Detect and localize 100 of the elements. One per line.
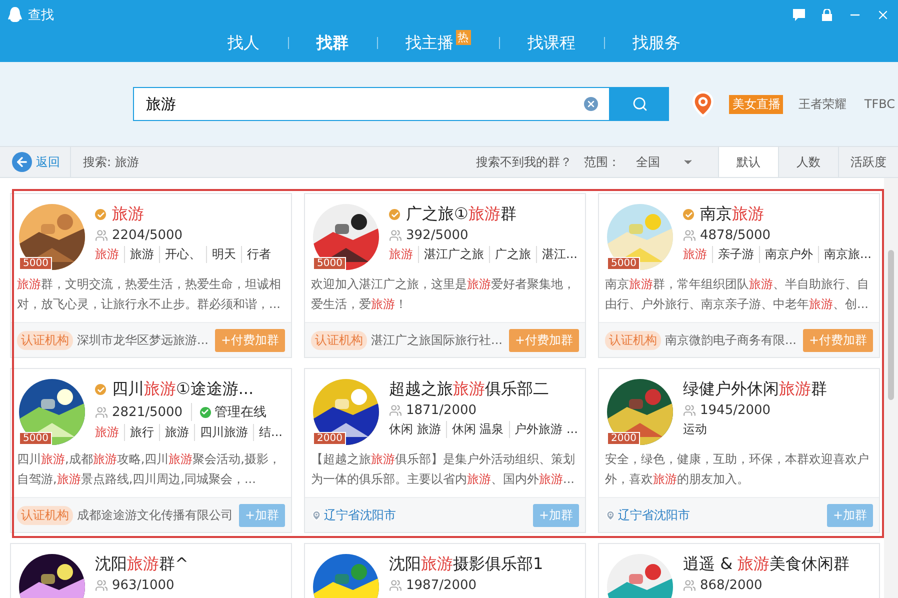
group-card[interactable]: 2000 绿健户外休闲旅游群 1945/2000 运动 安全，绿色，健康，互助，环保，本群欢迎喜欢户外，喜欢旅游的朋友加入。 辽宁省沈阳市 +加群: [598, 368, 880, 533]
level-badge: 5000: [19, 432, 52, 445]
group-tag: 湛江广之旅: [418, 246, 489, 263]
group-card[interactable]: 沈阳旅游摄影俱乐部1 1987/2000: [304, 543, 586, 598]
check-icon: [200, 406, 211, 418]
member-count: 1871/2000: [406, 403, 477, 418]
members-icon: [389, 579, 402, 592]
group-tag: 湛江...: [536, 246, 582, 263]
group-tag: 旅游: [95, 424, 124, 441]
location-pin-icon: [311, 510, 322, 520]
group-name: 沈阳旅游摄影俱乐部1: [389, 554, 544, 575]
group-tag: 亲子游: [712, 246, 759, 263]
admin-status: 管理在线: [214, 404, 267, 421]
group-description: 四川旅游,成都旅游攻略,四川旅游聚会活动,摄影，自驾游,旅游景点路线,四川周边,同城聚会，...: [16, 451, 282, 488]
group-description: 南京旅游群，常年组织团队旅游、半自助旅行、自由行、户外旅行、南京亲子游、中老年旅游、创...: [604, 276, 870, 313]
group-card[interactable]: 5000 广之旅①旅游群 392/5000 旅游 湛江广之旅 广之旅 湛江... 欢迎加入湛江广之旅，这里是旅游爱好者聚集地，爱生活，爱旅游！ 认证机构 湛江广之旅国际旅行社... +付费加群: [304, 193, 586, 358]
group-tag: 休闲 温泉: [446, 421, 509, 438]
group-tag: 户外旅游 ...: [508, 421, 583, 438]
search-query: 搜索: 旅游: [83, 154, 139, 170]
sort-tab[interactable]: 活跃度: [838, 147, 898, 177]
group-name: 旅游: [112, 204, 144, 225]
group-tag: 旅行: [124, 424, 159, 441]
location-link[interactable]: 辽宁省沈阳市: [605, 506, 690, 524]
sort-tab[interactable]: 人数: [778, 147, 838, 177]
group-name: 超越之旅旅游俱乐部二: [389, 379, 549, 400]
organization-name: 南京微韵电子商务有限...: [665, 332, 796, 348]
close-icon[interactable]: [876, 8, 890, 22]
member-count: 1987/2000: [406, 578, 477, 593]
hot-badge: 热: [456, 30, 470, 44]
group-tag: 四川旅游: [194, 424, 253, 441]
group-tag: 南京旅...: [818, 246, 876, 263]
group-tag: 旅游: [95, 246, 124, 263]
nav-tab[interactable]: 找主播 热: [378, 32, 498, 54]
members-icon: [389, 229, 402, 242]
members-icon: [95, 406, 108, 418]
group-tag: 行者: [241, 246, 276, 263]
group-tag: 开心、: [159, 246, 206, 263]
certified-badge: 认证机构: [311, 330, 367, 350]
group-card[interactable]: 逍遥 & 旅游美食休闲群 868/2000: [598, 543, 880, 598]
group-tag: 旅游: [389, 246, 418, 263]
group-description: 【超越之旅旅游俱乐部】是集户外活动组织、策划为一体的俱乐部。主要以省内旅游、国内外旅游...: [310, 451, 576, 488]
location-pin-icon: [605, 510, 616, 520]
members-icon: [95, 579, 108, 592]
group-card[interactable]: 5000 旅游 2204/5000 旅游 旅游 开心、 明天 行者 旅游群，文明交流，热爱生活，热爱生命，坦诚相对，放飞心灵，让旅行永不止步。群必须和谐，... 认证机构 深圳市龙华区梦远旅游... +付费加群: [10, 193, 292, 358]
hot-link[interactable]: TFBC: [861, 96, 898, 112]
member-count: 392/5000: [406, 228, 468, 243]
member-count: 868/2000: [700, 578, 762, 593]
group-card[interactable]: 5000 四川旅游①途途游... 2821/5000 管理在线 旅游 旅行 旅游 四川旅游 结... 四川旅游,成都旅游攻略,四川旅游聚会活动,摄影，自驾游,旅游景点路线,四川周边,同城聚会，... 认证机构 成都途途游文化传播有限公司 +加群: [10, 368, 292, 533]
group-tag: 旅游: [683, 246, 712, 263]
group-name: 广之旅①旅游群: [406, 204, 516, 225]
member-count: 4878/5000: [700, 228, 771, 243]
nav-tab[interactable]: 找服务: [604, 32, 708, 54]
organization-name: 深圳市龙华区梦远旅游...: [77, 332, 208, 348]
group-name: 四川旅游①途途游...: [112, 379, 254, 400]
search-field[interactable]: 旅游: [133, 87, 610, 121]
back-link[interactable]: 返回: [0, 147, 71, 177]
window-title: 查找: [28, 7, 54, 24]
organization-name: 湛江广之旅国际旅行社...: [371, 332, 502, 348]
group-tag: 运动: [683, 421, 712, 438]
group-name: 绿健户外休闲旅游群: [683, 379, 827, 400]
sort-tab[interactable]: 默认: [718, 147, 778, 177]
level-badge: 5000: [19, 257, 52, 270]
search-button[interactable]: [610, 87, 670, 121]
group-name: 沈阳旅游群^: [95, 554, 188, 575]
feedback-icon[interactable]: [792, 8, 806, 22]
members-icon: [683, 404, 696, 417]
group-description: 安全，绿色，健康，互助，环保，本群欢迎喜欢户外，喜欢旅游的朋友加入。: [604, 451, 870, 488]
group-tag: 结...: [253, 424, 288, 441]
search-icon: [632, 96, 648, 112]
level-badge: 5000: [607, 257, 640, 270]
scrollbar-thumb[interactable]: [888, 250, 894, 400]
level-badge: 2000: [313, 432, 346, 445]
certified-badge: 认证机构: [17, 330, 73, 350]
members-icon: [95, 229, 108, 242]
scope-dropdown[interactable]: 全国: [630, 152, 700, 172]
group-card[interactable]: 沈阳旅游群^ 963/1000: [10, 543, 292, 598]
members-icon: [389, 404, 402, 417]
level-badge: 2000: [607, 432, 640, 445]
group-tag: 明天: [206, 246, 241, 263]
certified-badge: 认证机构: [605, 330, 661, 350]
members-icon: [683, 229, 696, 242]
group-tag: 旅游: [159, 424, 194, 441]
nav-tab[interactable]: 找人: [200, 32, 288, 54]
group-tag: 旅游: [124, 246, 159, 263]
group-tag: 广之旅: [489, 246, 536, 263]
group-tag: 休闲 旅游: [389, 421, 446, 438]
member-count: 963/1000: [112, 578, 174, 593]
group-card[interactable]: 2000 超越之旅旅游俱乐部二 1871/2000 休闲 旅游 休闲 温泉 户外旅游 ... 【超越之旅旅游俱乐部】是集户外活动组织、策划为一体的俱乐部。主要以省内旅游、国内外旅游... 辽宁省沈阳市 +加群: [304, 368, 586, 533]
penguin-icon: [8, 7, 22, 23]
member-count: 2204/5000: [112, 228, 183, 243]
help-link[interactable]: 搜索不到我的群？: [476, 154, 572, 170]
hot-link[interactable]: 王者荣耀: [795, 94, 850, 114]
lock-icon[interactable]: [820, 8, 834, 22]
group-name: 南京旅游: [700, 204, 764, 225]
organization-name: 成都途途游文化传播有限公司: [77, 506, 233, 524]
group-card[interactable]: 5000 南京旅游 4878/5000 旅游 亲子游 南京户外 南京旅... 南京旅游群，常年组织团队旅游、半自助旅行、自由行、户外旅行、南京亲子游、中老年旅游、创... 认证机构 南京微韵电子商务有限... +付费加群: [598, 193, 880, 358]
location-link[interactable]: 辽宁省沈阳市: [311, 506, 396, 524]
group-description: 旅游群，文明交流，热爱生活，热爱生命，坦诚相对，放飞心灵，让旅行永不止步。群必须和谐，...: [16, 276, 282, 313]
member-count: 2821/5000: [112, 404, 183, 420]
nav-tab[interactable]: 找课程: [500, 32, 604, 54]
